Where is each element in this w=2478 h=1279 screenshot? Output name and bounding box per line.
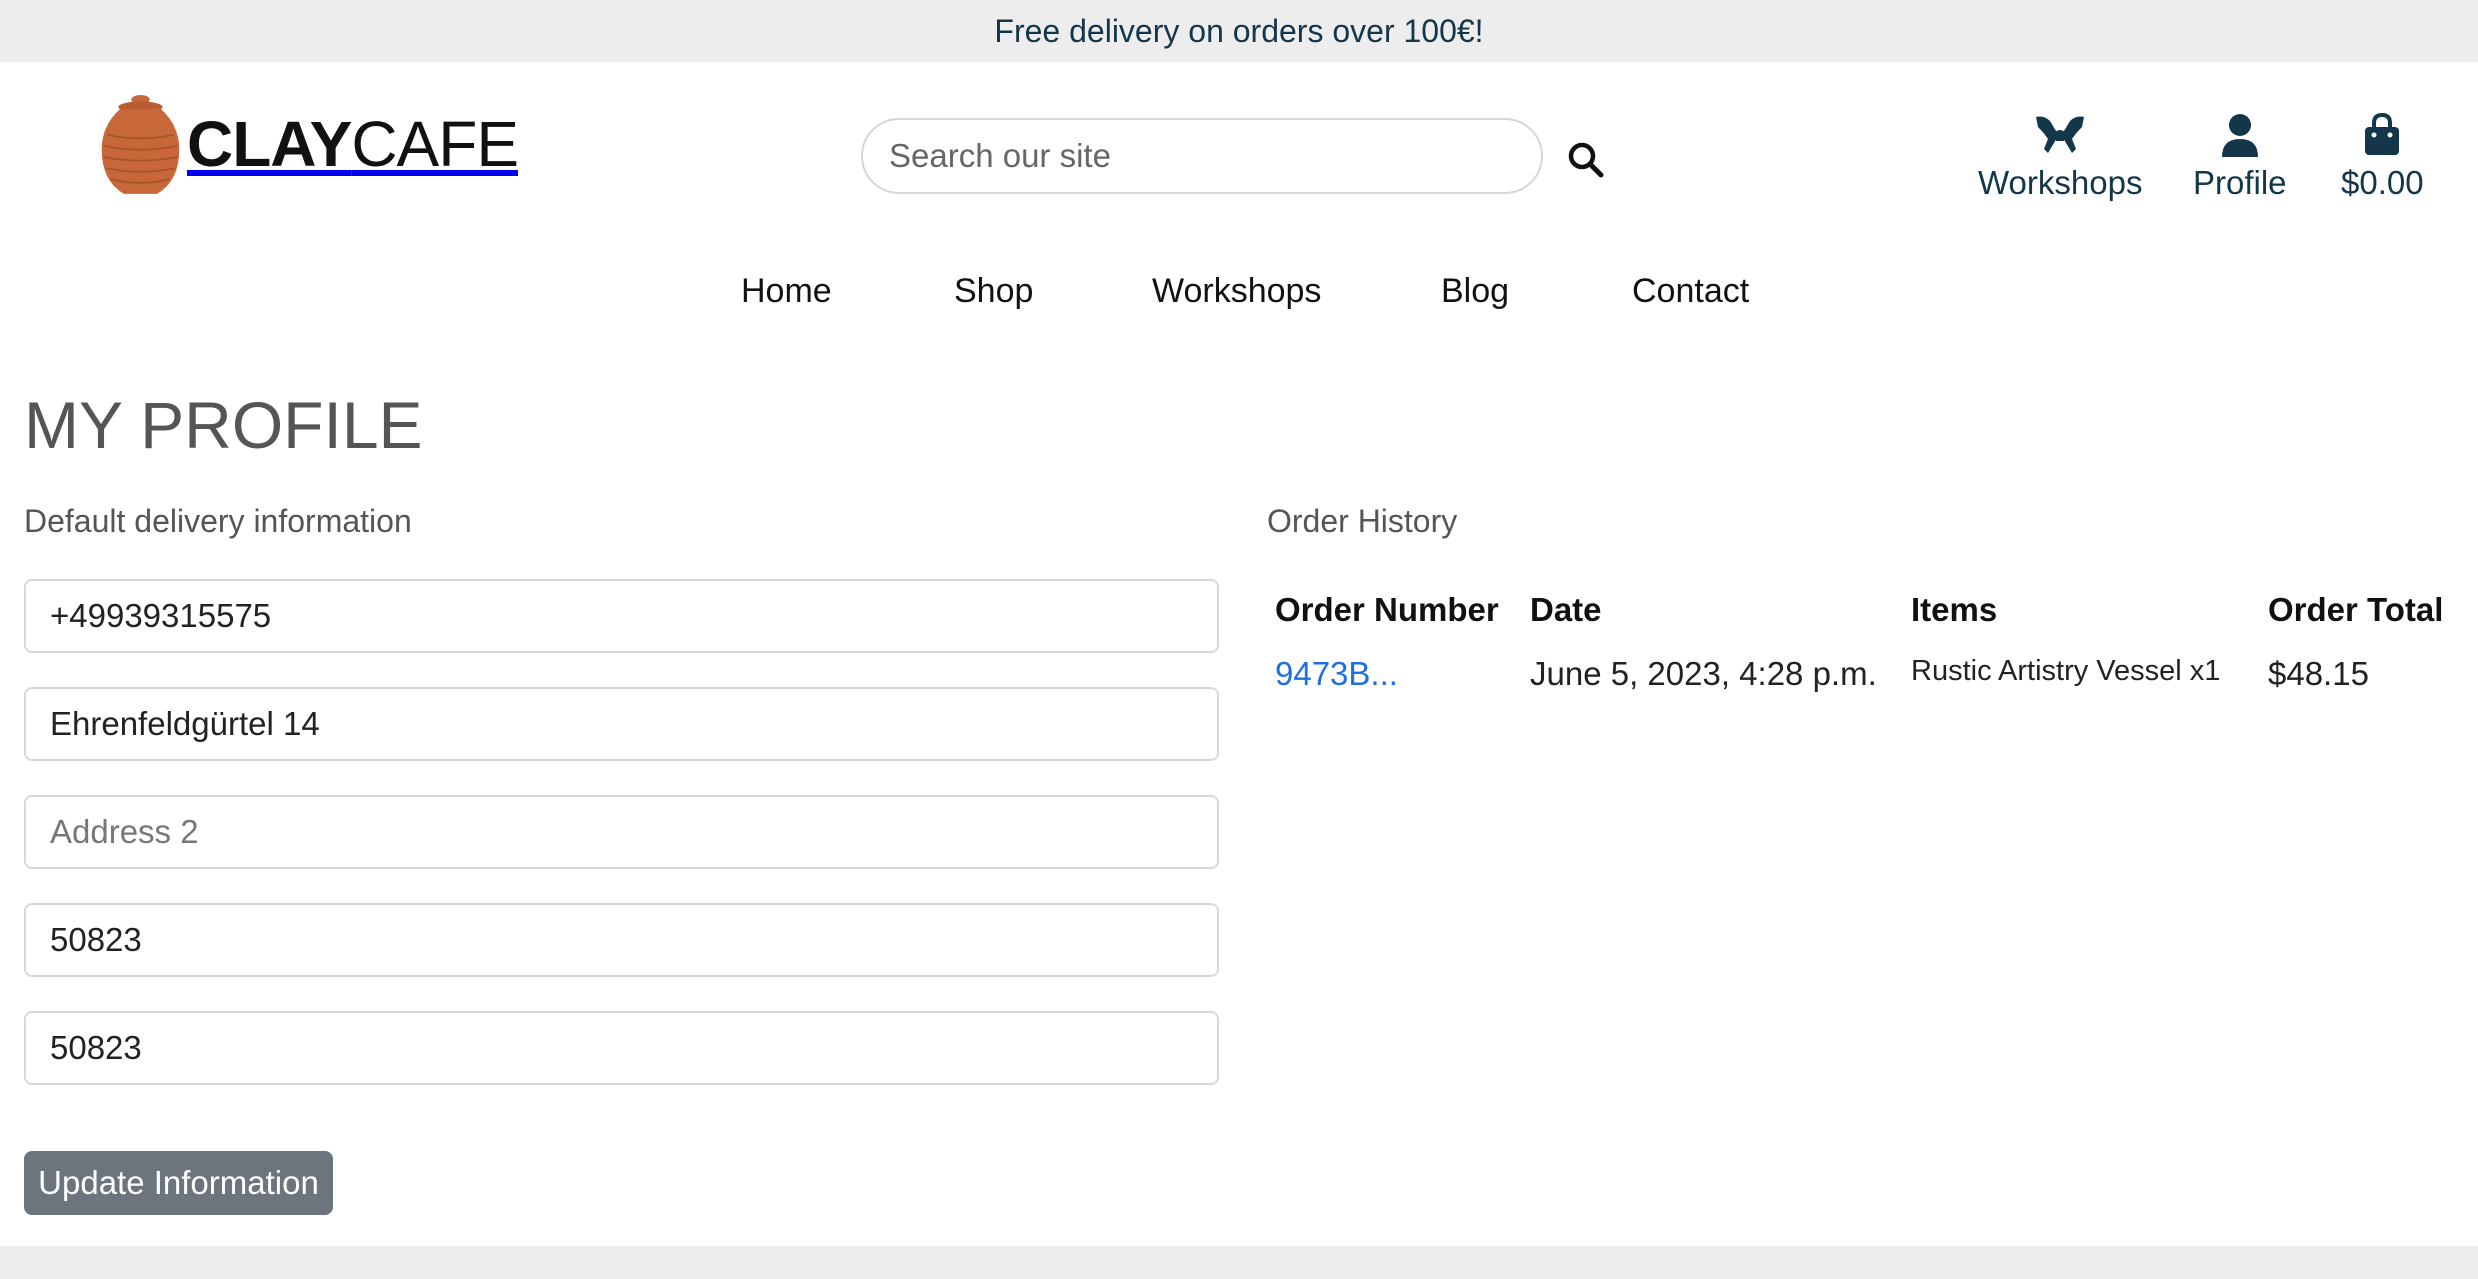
nav-shop[interactable]: Shop [954, 272, 1033, 311]
order-history-heading: Order History [1267, 503, 1458, 539]
footer-strip [0, 1246, 2478, 1279]
hands-pottery-icon [2036, 116, 2085, 153]
logo-wordmark: CLAYCAFE [186, 108, 519, 180]
user-icon [2221, 114, 2258, 157]
order-items: Rustic Artistry Vessel x1 [1911, 655, 2221, 687]
phone-number-field[interactable] [24, 579, 1219, 653]
workshops-link-label: Workshops [1978, 164, 2143, 201]
street-address1-field[interactable] [24, 687, 1219, 761]
column-header-order-number: Order Number [1275, 591, 1499, 628]
page-content: CLAYCAFE Workshops Profile [0, 62, 2478, 1246]
banner-text: Free delivery on orders over 100€! [994, 12, 1484, 49]
update-information-button[interactable]: Update Information [24, 1151, 333, 1215]
site-logo[interactable]: CLAYCAFE [98, 80, 519, 208]
column-header-date: Date [1530, 591, 1602, 628]
nav-blog[interactable]: Blog [1441, 272, 1509, 311]
nav-contact[interactable]: Contact [1632, 272, 1749, 311]
order-number-link[interactable]: 9473B... [1275, 655, 1398, 693]
column-header-items: Items [1911, 591, 1998, 628]
order-total: $48.15 [2268, 655, 2369, 692]
town-or-city-field[interactable] [24, 903, 1219, 977]
clay-pot-icon [101, 95, 180, 194]
header-workshops-link[interactable]: Workshops [1978, 112, 2142, 202]
main-navigation: Home Shop Workshops Blog Contact [0, 272, 2478, 332]
header-profile-link[interactable]: Profile [2193, 112, 2287, 202]
order-date: June 5, 2023, 4:28 p.m. [1530, 655, 1877, 692]
profile-link-label: Profile [2193, 164, 2287, 201]
header-cart-link[interactable]: $0.00 [2341, 112, 2424, 202]
nav-home[interactable]: Home [741, 272, 832, 311]
search-icon[interactable] [1566, 140, 1606, 180]
cart-total: $0.00 [2341, 164, 2424, 201]
page-title: MY PROFILE [24, 388, 423, 462]
search-input[interactable] [887, 136, 1541, 176]
nav-workshops[interactable]: Workshops [1152, 272, 1321, 311]
free-delivery-banner: Free delivery on orders over 100€! [0, 0, 2478, 62]
delivery-info-heading: Default delivery information [24, 503, 412, 539]
street-address2-field[interactable] [24, 795, 1219, 869]
postcode-field[interactable] [24, 1011, 1219, 1085]
search-box [861, 118, 1543, 194]
column-header-order-total: Order Total [2268, 591, 2444, 628]
shopping-bag-icon [2365, 113, 2400, 155]
